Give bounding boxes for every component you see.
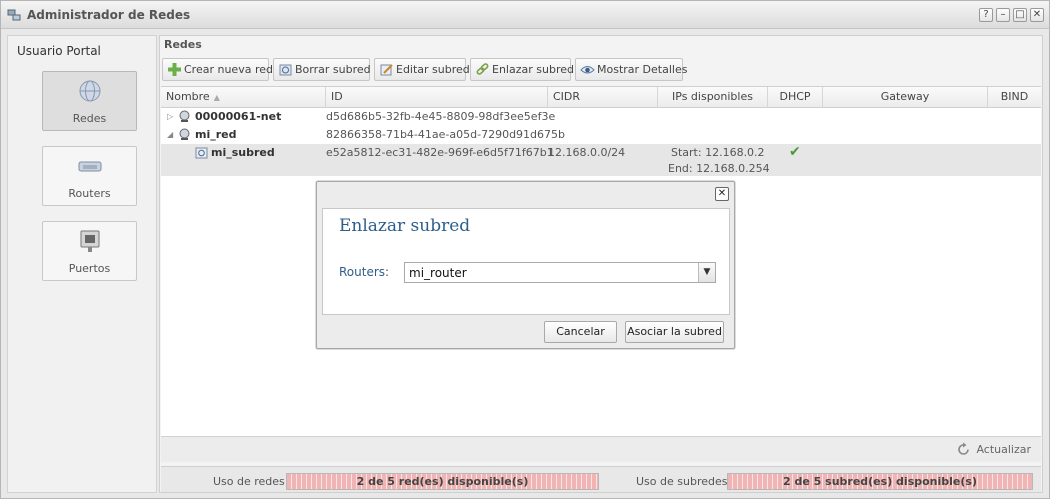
sidebar-item-routers[interactable]: Routers bbox=[42, 146, 137, 206]
dialog-body: Enlazar subred Routers: mi_router ▼ bbox=[322, 208, 730, 315]
cell-id: e52a5812-ec31-482e-969f-e6d5f71f67b1 bbox=[326, 146, 554, 159]
delete-subnet-button[interactable]: Borrar subred bbox=[273, 58, 371, 81]
window-title: Administrador de Redes bbox=[27, 8, 191, 22]
column-header-gateway[interactable]: Gateway bbox=[823, 87, 988, 108]
usage-bar: Uso de redes: 2 de 5 red(es) disponible(… bbox=[161, 466, 1041, 492]
router-icon bbox=[78, 161, 102, 172]
table-row[interactable]: ▷ 00000061-net d5d686b5-32fb-4e45-8809-9… bbox=[161, 108, 1041, 126]
port-icon bbox=[80, 230, 100, 252]
routers-select[interactable]: mi_router ▼ bbox=[404, 262, 716, 283]
networks-usage-label: Uso de redes: bbox=[213, 475, 289, 488]
column-header-id[interactable]: ID bbox=[326, 87, 548, 108]
cell-name: mi_red bbox=[195, 128, 237, 141]
link-subnet-dialog: ✕ Enlazar subred Routers: mi_router ▼ Ca… bbox=[316, 181, 735, 349]
app-window: Administrador de Redes ? – □ ✕ Usuario P… bbox=[0, 0, 1050, 499]
sidebar-item-label: Redes bbox=[72, 112, 107, 125]
cell-cidr: 12.168.0.0/24 bbox=[548, 146, 626, 159]
routers-select-value: mi_router bbox=[409, 266, 467, 280]
close-window-button[interactable]: ✕ bbox=[1030, 8, 1044, 22]
sidebar-item-label: Routers bbox=[68, 187, 111, 200]
sidebar-item-redes[interactable]: Redes bbox=[42, 71, 137, 131]
network-icon bbox=[179, 110, 190, 122]
routers-field-label: Routers: bbox=[339, 265, 390, 279]
dialog-close-button[interactable]: ✕ bbox=[715, 187, 729, 201]
edit-subnet-button[interactable]: Editar subred bbox=[374, 58, 470, 81]
cell-name: mi_subred bbox=[211, 146, 275, 159]
panel-title: Redes bbox=[164, 38, 202, 51]
cancel-button[interactable]: Cancelar bbox=[544, 321, 617, 343]
sidebar-item-label: Puertos bbox=[68, 262, 111, 275]
cell-ips-end: End: 12.168.0.254 bbox=[668, 162, 770, 175]
plus-icon bbox=[168, 63, 181, 76]
column-header-cidr[interactable]: CIDR bbox=[548, 87, 658, 108]
subnet-icon bbox=[195, 147, 208, 159]
toolbar: Crear nueva red Borrar subred Editar sub… bbox=[162, 58, 1040, 82]
table-row[interactable]: ◢ mi_red 82866358-71b4-41ae-a05d-7290d91… bbox=[161, 126, 1041, 144]
show-details-button[interactable]: Mostrar Detalles bbox=[575, 58, 687, 81]
chevron-down-icon[interactable]: ▼ bbox=[698, 263, 715, 282]
subnets-usage-progress: 2 de 5 subred(es) disponible(s) bbox=[727, 473, 1033, 490]
collapse-icon[interactable]: ◢ bbox=[167, 130, 173, 139]
expand-icon[interactable]: ▷ bbox=[167, 112, 173, 121]
create-network-button[interactable]: Crear nueva red bbox=[162, 58, 273, 81]
sort-ascending-icon: ▲ bbox=[213, 93, 220, 102]
globe-network-icon bbox=[79, 80, 101, 102]
cell-name: 00000061-net bbox=[195, 110, 282, 123]
cell-id: 82866358-71b4-41ae-a05d-7290d91d675b bbox=[326, 128, 566, 141]
subnets-usage-label: Uso de subredes: bbox=[636, 475, 732, 488]
networks-usage-progress: 2 de 5 red(es) disponible(s) bbox=[286, 473, 599, 490]
dialog-title: Enlazar subred bbox=[339, 216, 471, 236]
refresh-icon bbox=[958, 442, 970, 455]
edit-icon bbox=[380, 64, 393, 76]
column-header-dhcp[interactable]: DHCP bbox=[768, 87, 823, 108]
associate-subnet-button[interactable]: Asociar la subred bbox=[625, 321, 724, 343]
column-header-bind[interactable]: BIND bbox=[988, 87, 1041, 108]
table-row-selected[interactable]: mi_subred e52a5812-ec31-482e-969f-e6d5f7… bbox=[161, 144, 1041, 176]
maximize-button[interactable]: □ bbox=[1013, 8, 1027, 22]
network-icon bbox=[179, 128, 190, 140]
network-admin-icon bbox=[7, 9, 21, 21]
cell-ips-start: Start: 12.168.0.2 bbox=[671, 146, 765, 159]
sidebar-item-puertos[interactable]: Puertos bbox=[42, 221, 137, 281]
link-subnet-button[interactable]: Enlazar subred bbox=[470, 58, 574, 81]
help-button[interactable]: ? bbox=[979, 8, 993, 22]
sidebar-title: Usuario Portal bbox=[17, 44, 101, 58]
column-header-nombre[interactable]: Nombre ▲ bbox=[161, 87, 326, 108]
eye-icon bbox=[580, 66, 595, 74]
sidebar: Usuario Portal Redes Routers Puertos bbox=[7, 35, 157, 493]
minimize-button[interactable]: – bbox=[996, 8, 1010, 22]
cell-id: d5d686b5-32fb-4e45-8809-98df3ee5ef3e bbox=[326, 110, 556, 123]
column-header-ips[interactable]: IPs disponibles bbox=[658, 87, 768, 108]
grid-footer: Actualizar bbox=[161, 436, 1041, 462]
title-bar: Administrador de Redes ? – □ ✕ bbox=[1, 1, 1049, 29]
grid-header: Nombre ▲ ID CIDR IPs disponibles DHCP Gat… bbox=[161, 87, 1041, 108]
refresh-button[interactable]: Actualizar bbox=[958, 442, 1031, 456]
dhcp-check-icon: ✔ bbox=[789, 144, 801, 160]
delete-subnet-icon bbox=[279, 64, 292, 76]
link-icon bbox=[476, 63, 489, 75]
